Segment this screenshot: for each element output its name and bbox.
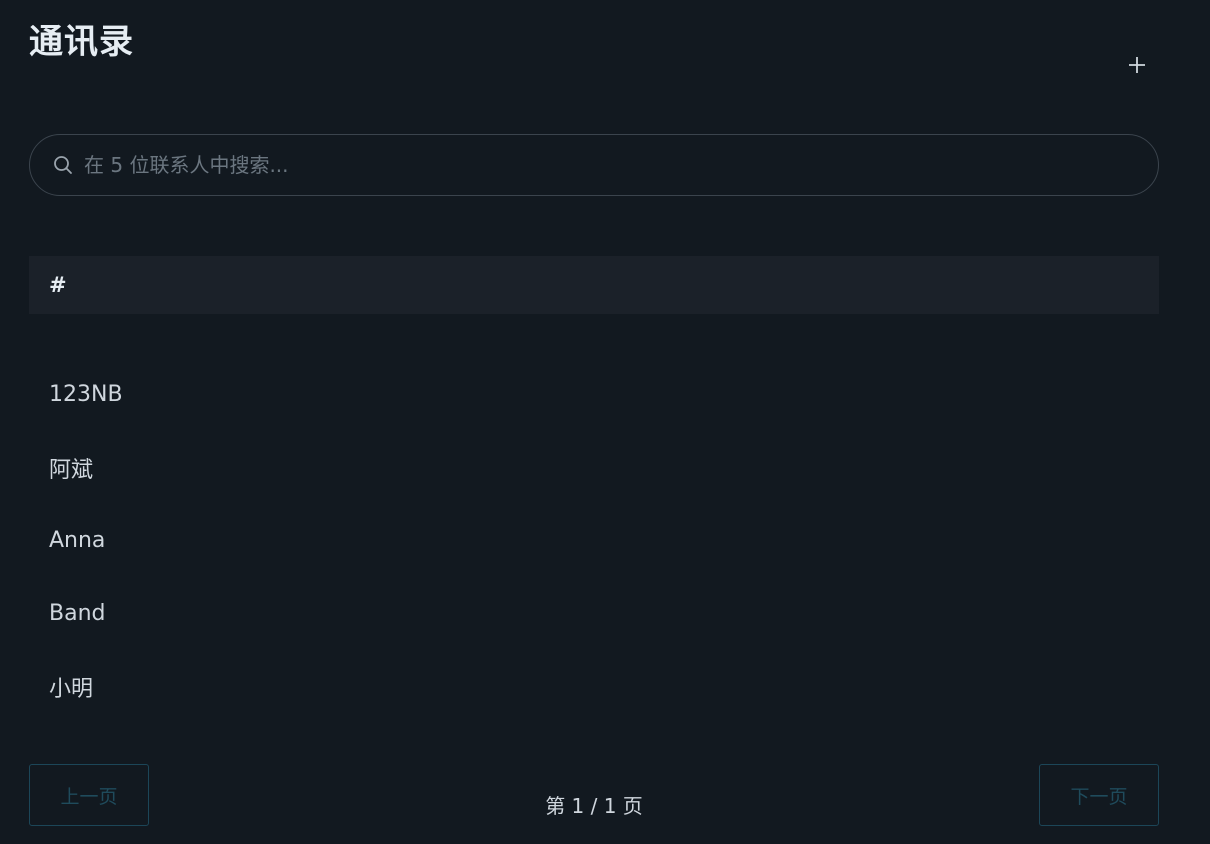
plus-icon [1129,57,1145,73]
contact-list: 123NB 阿斌 Anna Band 小明 [29,358,1159,723]
contact-item[interactable]: Anna [29,504,1159,577]
search-icon [52,154,74,176]
page-indicator: 第 1 / 1 页 [545,794,643,818]
search-input[interactable] [84,153,1158,177]
contacts-page: 通讯录 # 123NB 阿斌 Anna Band 小明 上一页 第 1 / 1 … [0,0,1210,844]
page-title: 通讯录 [29,22,134,62]
search-bar[interactable] [29,134,1159,196]
section-header: # [29,256,1159,314]
contact-item[interactable]: Band [29,577,1159,650]
add-contact-button[interactable] [1122,50,1152,80]
contact-item[interactable]: 123NB [29,358,1159,431]
next-page-button[interactable]: 下一页 [1039,764,1159,826]
contact-item[interactable]: 小明 [29,650,1159,723]
contact-item[interactable]: 阿斌 [29,431,1159,504]
